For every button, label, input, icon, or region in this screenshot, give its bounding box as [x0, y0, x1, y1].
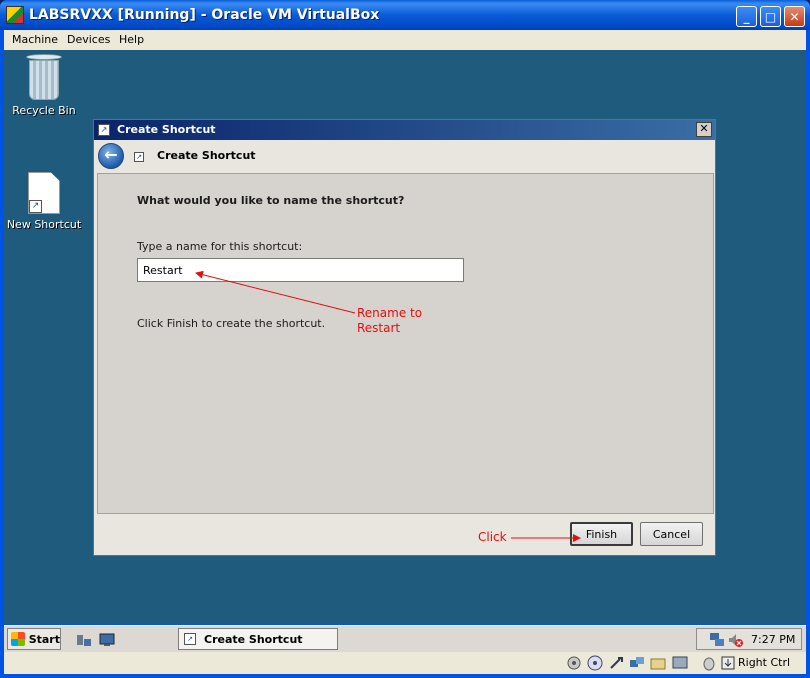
windows-flag-icon — [11, 632, 25, 646]
server-manager-icon[interactable] — [76, 632, 92, 646]
taskbar-task-label: Create Shortcut — [204, 632, 303, 646]
clock[interactable]: 7:27 PM — [751, 633, 795, 646]
display-icon[interactable] — [672, 655, 688, 671]
volume-muted-icon[interactable] — [727, 632, 743, 648]
annotation-arrows — [195, 270, 581, 542]
network-icon[interactable] — [709, 632, 725, 648]
virtualbox-window: LABSRVXX [Running] - Oracle VM VirtualBo… — [0, 0, 810, 678]
shortcut-icon: ↗ — [184, 633, 196, 645]
host-statusbar: Right Ctrl — [4, 652, 806, 674]
arrow-to-name-field — [195, 270, 356, 314]
start-button[interactable]: Start — [7, 628, 61, 650]
network-adapter-icon[interactable] — [629, 655, 645, 671]
host-key-label: Right Ctrl — [738, 656, 791, 669]
mouse-integration-icon[interactable] — [701, 655, 717, 671]
guest-taskbar: Start ↗ Create Shortcut 7:27 PM — [4, 625, 806, 652]
start-label: Start — [28, 632, 60, 646]
hard-disk-icon[interactable] — [566, 655, 582, 671]
host-key-icon[interactable] — [720, 655, 736, 671]
usb-icon[interactable] — [608, 655, 624, 671]
shared-folders-icon[interactable] — [650, 655, 666, 671]
optical-drive-icon[interactable] — [587, 655, 603, 671]
taskbar-create-shortcut[interactable]: ↗ Create Shortcut — [178, 628, 338, 650]
system-tray: 7:27 PM — [696, 628, 802, 650]
show-desktop-icon[interactable] — [99, 632, 115, 646]
